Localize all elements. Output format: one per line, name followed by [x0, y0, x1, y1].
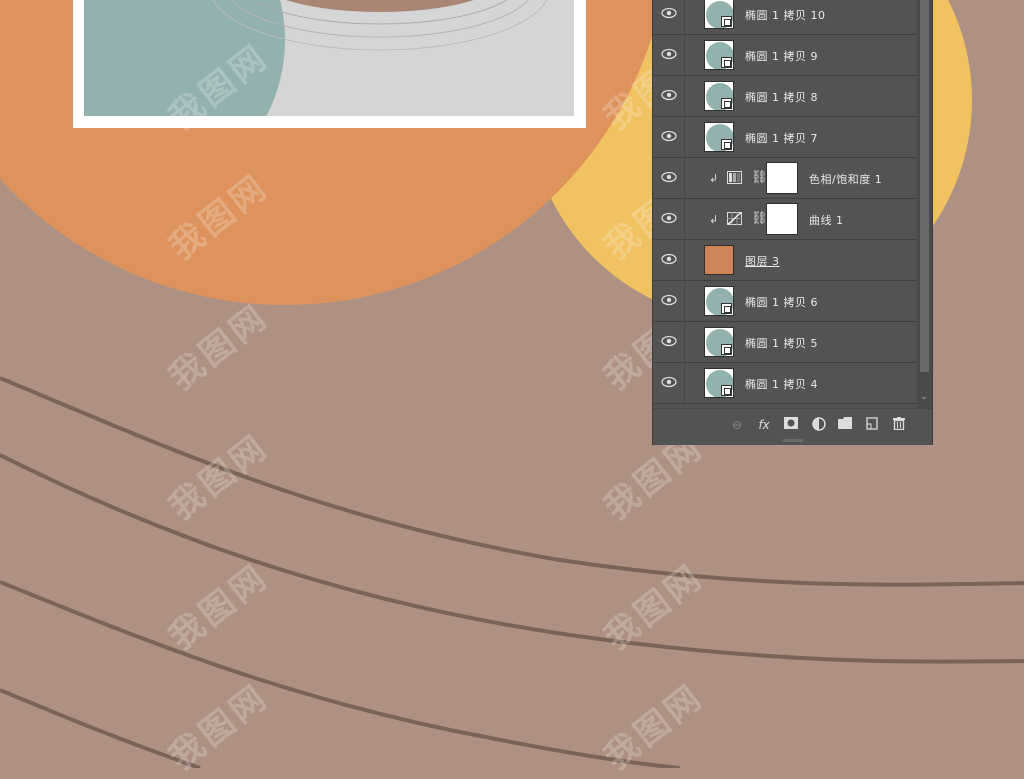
layer-row[interactable]: 椭圆 1 拷贝 9 [653, 35, 917, 76]
eye-icon[interactable] [661, 7, 677, 19]
adjustment-layer-row[interactable]: ↲ ⛓ 色相/饱和度 1 [653, 158, 917, 199]
adjustment-layer-row[interactable]: ↲ ⛓ 曲线 1 [653, 199, 917, 240]
shape-badge-icon [721, 385, 732, 396]
layer-name: 曲线 1 [809, 214, 844, 227]
hue-saturation-icon [727, 171, 742, 184]
layer-name: 椭圆 1 拷贝 6 [745, 296, 818, 309]
layer-row[interactable]: 图层 3 [653, 240, 917, 281]
shape-badge-icon [721, 98, 732, 109]
layers-panel-toolbar: ⊖ fx [653, 408, 932, 445]
adjustment-layer-icon[interactable] [811, 417, 827, 433]
layer-thumbnail [704, 81, 734, 111]
layer-mask-thumbnail[interactable] [766, 203, 798, 235]
layer-mask-thumbnail[interactable] [766, 162, 798, 194]
shape-badge-icon [721, 344, 732, 355]
layer-name: 椭圆 1 拷贝 8 [745, 91, 818, 104]
shape-badge-icon [721, 303, 732, 314]
eye-icon[interactable] [661, 253, 677, 265]
eye-icon[interactable] [661, 171, 677, 183]
layer-name: 椭圆 1 拷贝 9 [745, 50, 818, 63]
eye-icon[interactable] [661, 376, 677, 388]
clipping-arrow-icon: ↲ [709, 172, 719, 185]
layer-thumbnail [704, 40, 734, 70]
add-mask-icon[interactable] [783, 417, 799, 433]
layer-list: 椭圆 1 拷贝 10 椭圆 1 拷贝 9 椭圆 1 拷贝 8 椭圆 1 拷贝 7… [653, 0, 917, 404]
layer-name: 椭圆 1 拷贝 10 [745, 9, 826, 22]
layer-name: 椭圆 1 拷贝 5 [745, 337, 818, 350]
fx-icon[interactable]: fx [756, 417, 772, 433]
delete-layer-icon[interactable] [891, 417, 907, 433]
layer-name: 图层 3 [745, 255, 780, 268]
eye-icon[interactable] [661, 335, 677, 347]
layer-thumbnail [704, 368, 734, 398]
layer-row[interactable]: 椭圆 1 拷贝 10 [653, 0, 917, 35]
resize-grip[interactable] [783, 439, 803, 442]
layer-thumbnail [704, 286, 734, 316]
layer-row[interactable]: 椭圆 1 拷贝 5 [653, 322, 917, 363]
shape-badge-icon [721, 16, 732, 27]
layer-name: 色相/饱和度 1 [809, 173, 883, 186]
eye-icon[interactable] [661, 212, 677, 224]
layer-thumbnail [704, 0, 734, 29]
layer-thumbnail [704, 122, 734, 152]
scroll-down-arrow-icon[interactable]: ⌄ [920, 392, 928, 402]
clipping-arrow-icon: ↲ [709, 213, 719, 226]
layers-scrollbar[interactable]: ⌄ [917, 0, 932, 408]
layer-thumbnail [704, 245, 734, 275]
curves-icon [727, 212, 742, 225]
scrollbar-thumb[interactable] [920, 0, 929, 372]
eye-icon[interactable] [661, 294, 677, 306]
layer-name: 椭圆 1 拷贝 7 [745, 132, 818, 145]
layer-thumbnail [704, 327, 734, 357]
layer-row[interactable]: 椭圆 1 拷贝 8 [653, 76, 917, 117]
shape-badge-icon [721, 57, 732, 68]
link-layers-icon[interactable]: ⊖ [729, 417, 745, 433]
layer-row[interactable]: 椭圆 1 拷贝 6 [653, 281, 917, 322]
eye-icon[interactable] [661, 48, 677, 60]
new-layer-icon[interactable] [864, 417, 880, 433]
layer-name: 椭圆 1 拷贝 4 [745, 378, 818, 391]
layer-row[interactable]: 椭圆 1 拷贝 7 [653, 117, 917, 158]
eye-icon[interactable] [661, 130, 677, 142]
shape-badge-icon [721, 139, 732, 150]
new-group-icon[interactable] [837, 417, 853, 433]
layers-panel: 椭圆 1 拷贝 10 椭圆 1 拷贝 9 椭圆 1 拷贝 8 椭圆 1 拷贝 7… [652, 0, 933, 445]
eye-icon[interactable] [661, 89, 677, 101]
layer-row[interactable]: 椭圆 1 拷贝 4 [653, 363, 917, 404]
